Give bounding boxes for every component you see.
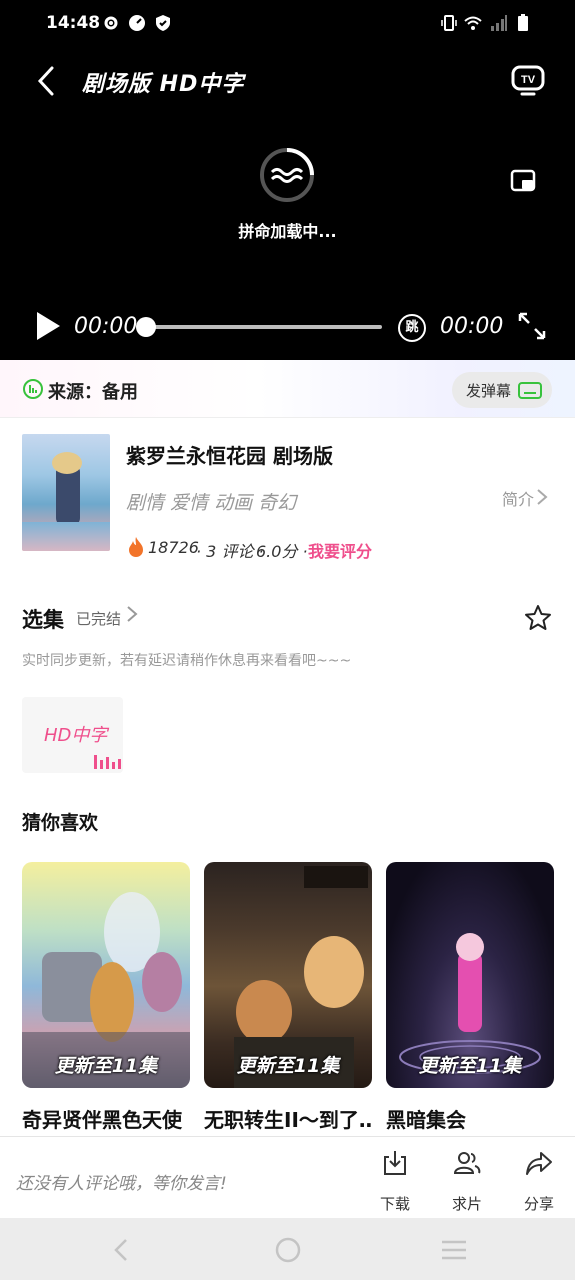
player-header: 剧场版 HD中字 TV: [0, 52, 575, 108]
source-bar: 来源：备用 发弹幕: [0, 360, 575, 418]
status-time: 14:48: [46, 13, 101, 33]
share-label: 分享: [523, 1195, 554, 1213]
status-bar: 14:48: [0, 0, 575, 48]
source-label[interactable]: 来源：备用: [48, 378, 138, 404]
episode-label: HD中字: [44, 725, 108, 746]
fullscreen-icon[interactable]: [516, 310, 548, 342]
video-player[interactable]: 14:48 剧场版 HD中字 TV 拼命加载中... 00:00 跳 00:00: [0, 0, 575, 360]
recommend-name[interactable]: 奇异贤伴黑色天使: [22, 1104, 190, 1133]
send-danmu-button[interactable]: 发弹幕: [452, 372, 552, 408]
recommend-card[interactable]: 更新至11集: [22, 862, 190, 1088]
recommend-badge: 更新至11集: [236, 1055, 340, 1077]
recommend-badge: 更新至11集: [418, 1055, 522, 1077]
danmu-icon: [518, 382, 542, 399]
share-icon: [526, 1152, 552, 1175]
loading-spinner-icon: [260, 148, 314, 202]
rate-link[interactable]: 我要评分: [308, 538, 372, 562]
episodes-note: 实时同步更新，若有延迟请稍作休息再来看看吧~~~: [22, 653, 352, 669]
battery-icon: [518, 14, 528, 31]
progress-knob[interactable]: [136, 317, 156, 337]
score: 6.0分 ·: [256, 542, 308, 561]
recommend-card[interactable]: 更新至11集: [386, 862, 554, 1088]
comment-count: · 3 评论 ·: [196, 542, 264, 561]
play-icon[interactable]: [34, 310, 62, 342]
anime-poster[interactable]: [22, 434, 110, 551]
chevron-right-icon[interactable]: [536, 488, 548, 506]
anime-title: 紫罗兰永恒花园 剧场版: [126, 444, 333, 468]
playing-bars-icon: [94, 755, 121, 769]
back-icon[interactable]: [30, 64, 64, 98]
heat-count: 18726: [148, 538, 199, 557]
download-label: 下载: [379, 1195, 410, 1213]
request-button[interactable]: 求片: [442, 1147, 492, 1213]
bottom-action-bar: 还没有人评论哦，等你发言! 下载 求片 分享: [0, 1136, 575, 1218]
player-title: 剧场版 HD中字: [82, 72, 245, 97]
recommend-title: 猜你喜欢: [22, 812, 99, 834]
current-time: 00:00: [74, 314, 138, 339]
player-controls: 00:00 跳 00:00: [0, 300, 575, 354]
star-icon[interactable]: [524, 604, 552, 632]
download-icon: [384, 1151, 406, 1175]
recommend-name[interactable]: 无职转生II～到了…: [204, 1104, 372, 1133]
recommend-badge: 更新至11集: [54, 1055, 158, 1077]
recommend-card[interactable]: 更新至11集: [204, 862, 372, 1088]
poster-water: [22, 522, 110, 551]
episodes-status[interactable]: 已完结: [76, 608, 121, 629]
request-icon: [453, 1152, 481, 1174]
svg-text:TV: TV: [521, 74, 536, 86]
gauge-icon: [129, 15, 145, 31]
skip-button[interactable]: 跳: [398, 314, 426, 342]
danmu-label: 发弹幕: [466, 382, 512, 400]
nav-back-icon[interactable]: [108, 1236, 136, 1264]
anime-tags: 剧情 爱情 动画 奇幻: [126, 492, 297, 514]
nav-home-icon[interactable]: [274, 1236, 302, 1264]
comment-input[interactable]: 还没有人评论哦，等你发言!: [16, 1169, 227, 1194]
share-button[interactable]: 分享: [514, 1147, 564, 1213]
chevron-right-icon[interactable]: [126, 604, 138, 624]
episode-item[interactable]: HD中字: [22, 697, 123, 773]
progress-bar[interactable]: [138, 325, 382, 329]
request-label: 求片: [451, 1195, 482, 1213]
picture-in-picture-icon[interactable]: [510, 168, 538, 194]
loading-text: 拼命加载中...: [238, 222, 337, 241]
source-signal-icon: [23, 379, 43, 399]
download-button[interactable]: 下载: [370, 1147, 420, 1213]
fire-icon: [129, 537, 143, 557]
signal-icon: [491, 15, 507, 31]
system-nav-bar: [0, 1218, 575, 1280]
intro-link[interactable]: 简介: [502, 486, 534, 510]
episodes-title: 选集: [22, 608, 64, 632]
wifi-icon: [464, 16, 482, 30]
recommend-name[interactable]: 黑暗集会: [386, 1104, 554, 1133]
total-time: 00:00: [440, 314, 504, 339]
settings-icon: [104, 16, 118, 30]
vibrate-icon: [441, 15, 457, 31]
poster-figure-head: [52, 452, 82, 474]
nav-menu-icon[interactable]: [440, 1236, 468, 1264]
shield-icon: [156, 15, 170, 31]
tv-cast-icon[interactable]: TV: [510, 62, 546, 98]
